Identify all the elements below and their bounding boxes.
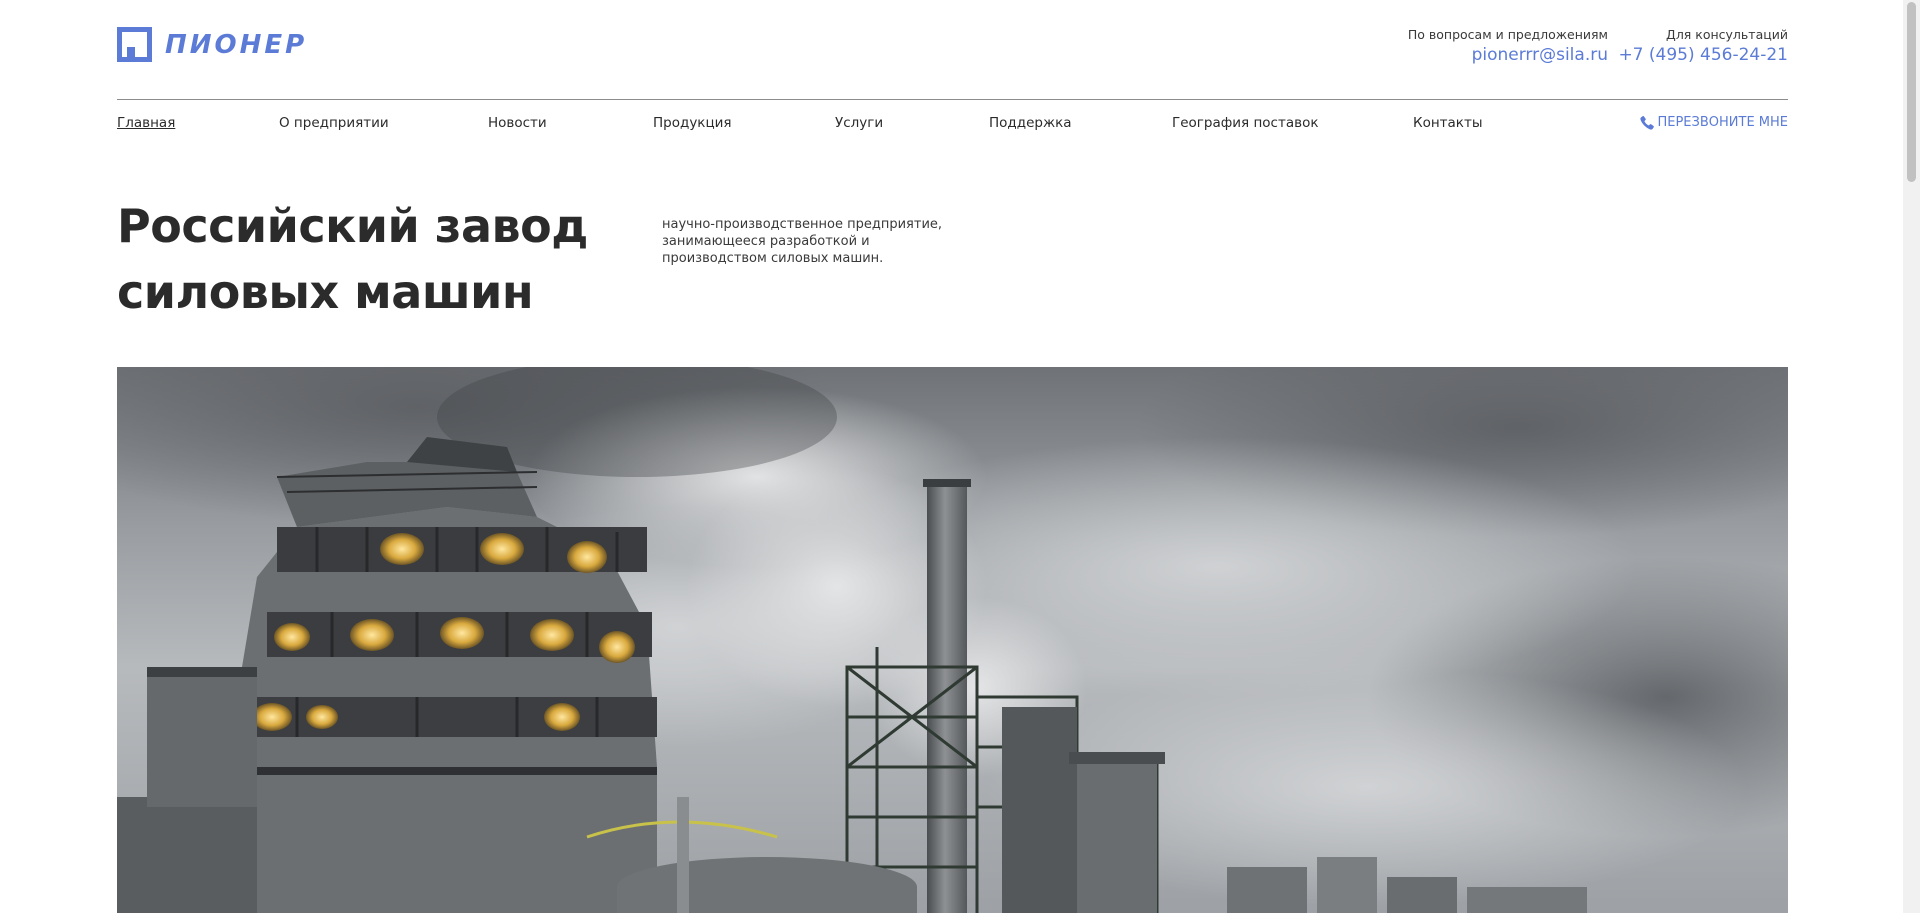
email-label: По вопросам и предложениям — [1407, 27, 1608, 42]
nav-item-services[interactable]: Услуги — [835, 112, 883, 134]
phone-label: Для консультаций — [1666, 27, 1788, 42]
nav-item-support[interactable]: Поддержка — [989, 112, 1072, 134]
nav-item-contacts[interactable]: Контакты — [1413, 112, 1482, 134]
phone-link[interactable]: +7 (495) 456-24-21 — [1618, 43, 1788, 67]
email-contact-block: По вопросам и предложениям pionerrr@sila… — [1408, 27, 1608, 67]
callback-label: ПЕРЕЗВОНИТЕ МНЕ — [1657, 115, 1788, 130]
nav-item-news[interactable]: Новости — [488, 112, 547, 134]
hero-description: научно-производственное предприятие, зан… — [662, 217, 943, 266]
email-link[interactable]: pionerrr@sila.ru — [1408, 43, 1608, 67]
header-divider — [117, 99, 1788, 100]
logo-icon — [117, 27, 152, 62]
callback-button[interactable]: ПЕРЕЗВОНИТЕ МНЕ — [1639, 112, 1788, 134]
factory-illustration — [117, 367, 1788, 913]
phone-icon — [1639, 115, 1655, 131]
main-nav: Главная О предприятии Новости Продукция … — [117, 112, 1788, 136]
hero-image — [117, 367, 1788, 913]
nav-item-products[interactable]: Продукция — [653, 112, 732, 134]
nav-item-home[interactable]: Главная — [117, 112, 175, 134]
nav-item-about[interactable]: О предприятии — [279, 112, 389, 134]
logo-link[interactable]: ПИОНЕР — [117, 27, 307, 62]
phone-contact-block: Для консультаций +7 (495) 456-24-21 — [1618, 27, 1788, 67]
logo-text: ПИОНЕР — [165, 29, 308, 60]
page-scrollbar[interactable] — [1903, 0, 1920, 913]
nav-item-geography[interactable]: География поставок — [1172, 112, 1318, 134]
page: ПИОНЕР По вопросам и предложениям pioner… — [0, 0, 1920, 913]
site-header: ПИОНЕР По вопросам и предложениям pioner… — [117, 0, 1788, 100]
title-line-1: Российский завод — [117, 199, 588, 253]
page-title: Российский завод силовых машин — [117, 193, 677, 325]
scrollbar-thumb[interactable] — [1907, 2, 1916, 182]
title-line-2: силовых машин — [117, 265, 534, 319]
